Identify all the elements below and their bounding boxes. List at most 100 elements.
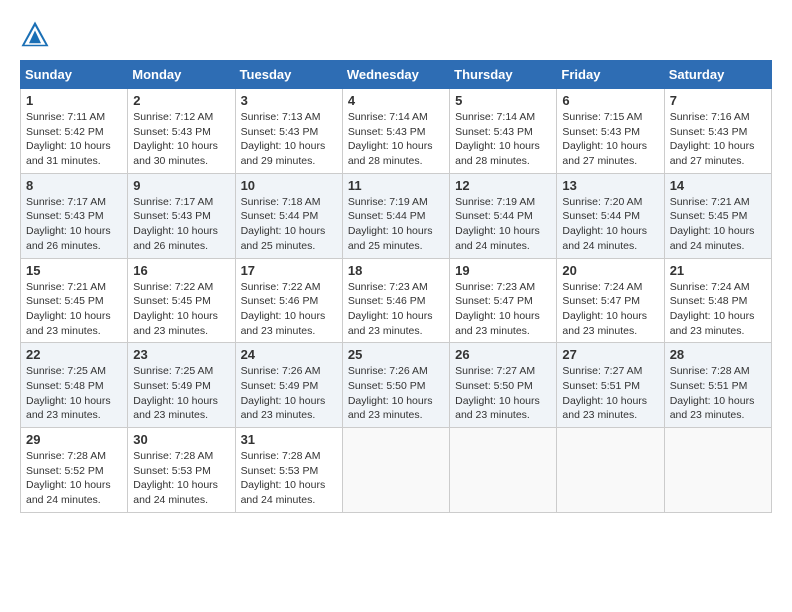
day-number: 14 — [670, 178, 766, 193]
calendar-header-row: SundayMondayTuesdayWednesdayThursdayFrid… — [21, 61, 772, 89]
calendar-cell: 16 Sunrise: 7:22 AMSunset: 5:45 PMDaylig… — [128, 258, 235, 343]
day-info: Sunrise: 7:28 AMSunset: 5:52 PMDaylight:… — [26, 449, 122, 508]
header-sunday: Sunday — [21, 61, 128, 89]
day-number: 4 — [348, 93, 444, 108]
calendar-cell: 31 Sunrise: 7:28 AMSunset: 5:53 PMDaylig… — [235, 428, 342, 513]
calendar-table: SundayMondayTuesdayWednesdayThursdayFrid… — [20, 60, 772, 513]
day-number: 1 — [26, 93, 122, 108]
day-number: 17 — [241, 263, 337, 278]
calendar-cell: 11 Sunrise: 7:19 AMSunset: 5:44 PMDaylig… — [342, 173, 449, 258]
calendar-cell: 13 Sunrise: 7:20 AMSunset: 5:44 PMDaylig… — [557, 173, 664, 258]
calendar-week-3: 15 Sunrise: 7:21 AMSunset: 5:45 PMDaylig… — [21, 258, 772, 343]
day-number: 30 — [133, 432, 229, 447]
day-info: Sunrise: 7:28 AMSunset: 5:51 PMDaylight:… — [670, 364, 766, 423]
day-number: 10 — [241, 178, 337, 193]
header-friday: Friday — [557, 61, 664, 89]
day-info: Sunrise: 7:16 AMSunset: 5:43 PMDaylight:… — [670, 110, 766, 169]
day-number: 21 — [670, 263, 766, 278]
calendar-cell: 9 Sunrise: 7:17 AMSunset: 5:43 PMDayligh… — [128, 173, 235, 258]
day-info: Sunrise: 7:18 AMSunset: 5:44 PMDaylight:… — [241, 195, 337, 254]
calendar-cell: 2 Sunrise: 7:12 AMSunset: 5:43 PMDayligh… — [128, 89, 235, 174]
day-info: Sunrise: 7:14 AMSunset: 5:43 PMDaylight:… — [455, 110, 551, 169]
day-number: 22 — [26, 347, 122, 362]
day-number: 13 — [562, 178, 658, 193]
day-info: Sunrise: 7:24 AMSunset: 5:48 PMDaylight:… — [670, 280, 766, 339]
header-thursday: Thursday — [450, 61, 557, 89]
day-number: 24 — [241, 347, 337, 362]
calendar-cell: 25 Sunrise: 7:26 AMSunset: 5:50 PMDaylig… — [342, 343, 449, 428]
day-info: Sunrise: 7:22 AMSunset: 5:45 PMDaylight:… — [133, 280, 229, 339]
day-number: 9 — [133, 178, 229, 193]
day-info: Sunrise: 7:17 AMSunset: 5:43 PMDaylight:… — [26, 195, 122, 254]
day-info: Sunrise: 7:26 AMSunset: 5:50 PMDaylight:… — [348, 364, 444, 423]
day-info: Sunrise: 7:15 AMSunset: 5:43 PMDaylight:… — [562, 110, 658, 169]
day-number: 12 — [455, 178, 551, 193]
day-number: 16 — [133, 263, 229, 278]
day-info: Sunrise: 7:13 AMSunset: 5:43 PMDaylight:… — [241, 110, 337, 169]
calendar-week-4: 22 Sunrise: 7:25 AMSunset: 5:48 PMDaylig… — [21, 343, 772, 428]
day-number: 6 — [562, 93, 658, 108]
calendar-cell: 4 Sunrise: 7:14 AMSunset: 5:43 PMDayligh… — [342, 89, 449, 174]
day-info: Sunrise: 7:25 AMSunset: 5:48 PMDaylight:… — [26, 364, 122, 423]
day-info: Sunrise: 7:11 AMSunset: 5:42 PMDaylight:… — [26, 110, 122, 169]
calendar-cell — [664, 428, 771, 513]
day-info: Sunrise: 7:23 AMSunset: 5:47 PMDaylight:… — [455, 280, 551, 339]
day-number: 7 — [670, 93, 766, 108]
day-info: Sunrise: 7:12 AMSunset: 5:43 PMDaylight:… — [133, 110, 229, 169]
day-info: Sunrise: 7:21 AMSunset: 5:45 PMDaylight:… — [26, 280, 122, 339]
day-number: 15 — [26, 263, 122, 278]
calendar-cell: 10 Sunrise: 7:18 AMSunset: 5:44 PMDaylig… — [235, 173, 342, 258]
day-info: Sunrise: 7:27 AMSunset: 5:51 PMDaylight:… — [562, 364, 658, 423]
day-info: Sunrise: 7:21 AMSunset: 5:45 PMDaylight:… — [670, 195, 766, 254]
day-number: 28 — [670, 347, 766, 362]
day-info: Sunrise: 7:24 AMSunset: 5:47 PMDaylight:… — [562, 280, 658, 339]
calendar-cell: 26 Sunrise: 7:27 AMSunset: 5:50 PMDaylig… — [450, 343, 557, 428]
calendar-week-5: 29 Sunrise: 7:28 AMSunset: 5:52 PMDaylig… — [21, 428, 772, 513]
day-number: 2 — [133, 93, 229, 108]
calendar-cell: 3 Sunrise: 7:13 AMSunset: 5:43 PMDayligh… — [235, 89, 342, 174]
calendar-cell: 5 Sunrise: 7:14 AMSunset: 5:43 PMDayligh… — [450, 89, 557, 174]
day-number: 29 — [26, 432, 122, 447]
day-info: Sunrise: 7:19 AMSunset: 5:44 PMDaylight:… — [455, 195, 551, 254]
calendar-cell: 27 Sunrise: 7:27 AMSunset: 5:51 PMDaylig… — [557, 343, 664, 428]
calendar-cell: 7 Sunrise: 7:16 AMSunset: 5:43 PMDayligh… — [664, 89, 771, 174]
day-number: 27 — [562, 347, 658, 362]
page-header — [20, 20, 772, 50]
day-number: 3 — [241, 93, 337, 108]
day-info: Sunrise: 7:25 AMSunset: 5:49 PMDaylight:… — [133, 364, 229, 423]
calendar-cell: 24 Sunrise: 7:26 AMSunset: 5:49 PMDaylig… — [235, 343, 342, 428]
day-number: 8 — [26, 178, 122, 193]
calendar-cell — [557, 428, 664, 513]
day-number: 31 — [241, 432, 337, 447]
calendar-cell: 22 Sunrise: 7:25 AMSunset: 5:48 PMDaylig… — [21, 343, 128, 428]
header-monday: Monday — [128, 61, 235, 89]
logo-icon — [20, 20, 50, 50]
calendar-cell: 29 Sunrise: 7:28 AMSunset: 5:52 PMDaylig… — [21, 428, 128, 513]
header-saturday: Saturday — [664, 61, 771, 89]
calendar-cell: 18 Sunrise: 7:23 AMSunset: 5:46 PMDaylig… — [342, 258, 449, 343]
day-info: Sunrise: 7:20 AMSunset: 5:44 PMDaylight:… — [562, 195, 658, 254]
calendar-cell — [342, 428, 449, 513]
logo — [20, 20, 54, 50]
calendar-cell: 12 Sunrise: 7:19 AMSunset: 5:44 PMDaylig… — [450, 173, 557, 258]
day-number: 26 — [455, 347, 551, 362]
day-info: Sunrise: 7:22 AMSunset: 5:46 PMDaylight:… — [241, 280, 337, 339]
day-number: 25 — [348, 347, 444, 362]
calendar-cell: 23 Sunrise: 7:25 AMSunset: 5:49 PMDaylig… — [128, 343, 235, 428]
day-info: Sunrise: 7:23 AMSunset: 5:46 PMDaylight:… — [348, 280, 444, 339]
day-number: 11 — [348, 178, 444, 193]
day-info: Sunrise: 7:17 AMSunset: 5:43 PMDaylight:… — [133, 195, 229, 254]
calendar-cell: 17 Sunrise: 7:22 AMSunset: 5:46 PMDaylig… — [235, 258, 342, 343]
day-info: Sunrise: 7:19 AMSunset: 5:44 PMDaylight:… — [348, 195, 444, 254]
calendar-cell: 28 Sunrise: 7:28 AMSunset: 5:51 PMDaylig… — [664, 343, 771, 428]
calendar-cell — [450, 428, 557, 513]
day-number: 20 — [562, 263, 658, 278]
calendar-week-1: 1 Sunrise: 7:11 AMSunset: 5:42 PMDayligh… — [21, 89, 772, 174]
day-info: Sunrise: 7:14 AMSunset: 5:43 PMDaylight:… — [348, 110, 444, 169]
calendar-cell: 8 Sunrise: 7:17 AMSunset: 5:43 PMDayligh… — [21, 173, 128, 258]
header-wednesday: Wednesday — [342, 61, 449, 89]
day-number: 5 — [455, 93, 551, 108]
day-info: Sunrise: 7:28 AMSunset: 5:53 PMDaylight:… — [133, 449, 229, 508]
day-info: Sunrise: 7:28 AMSunset: 5:53 PMDaylight:… — [241, 449, 337, 508]
header-tuesday: Tuesday — [235, 61, 342, 89]
